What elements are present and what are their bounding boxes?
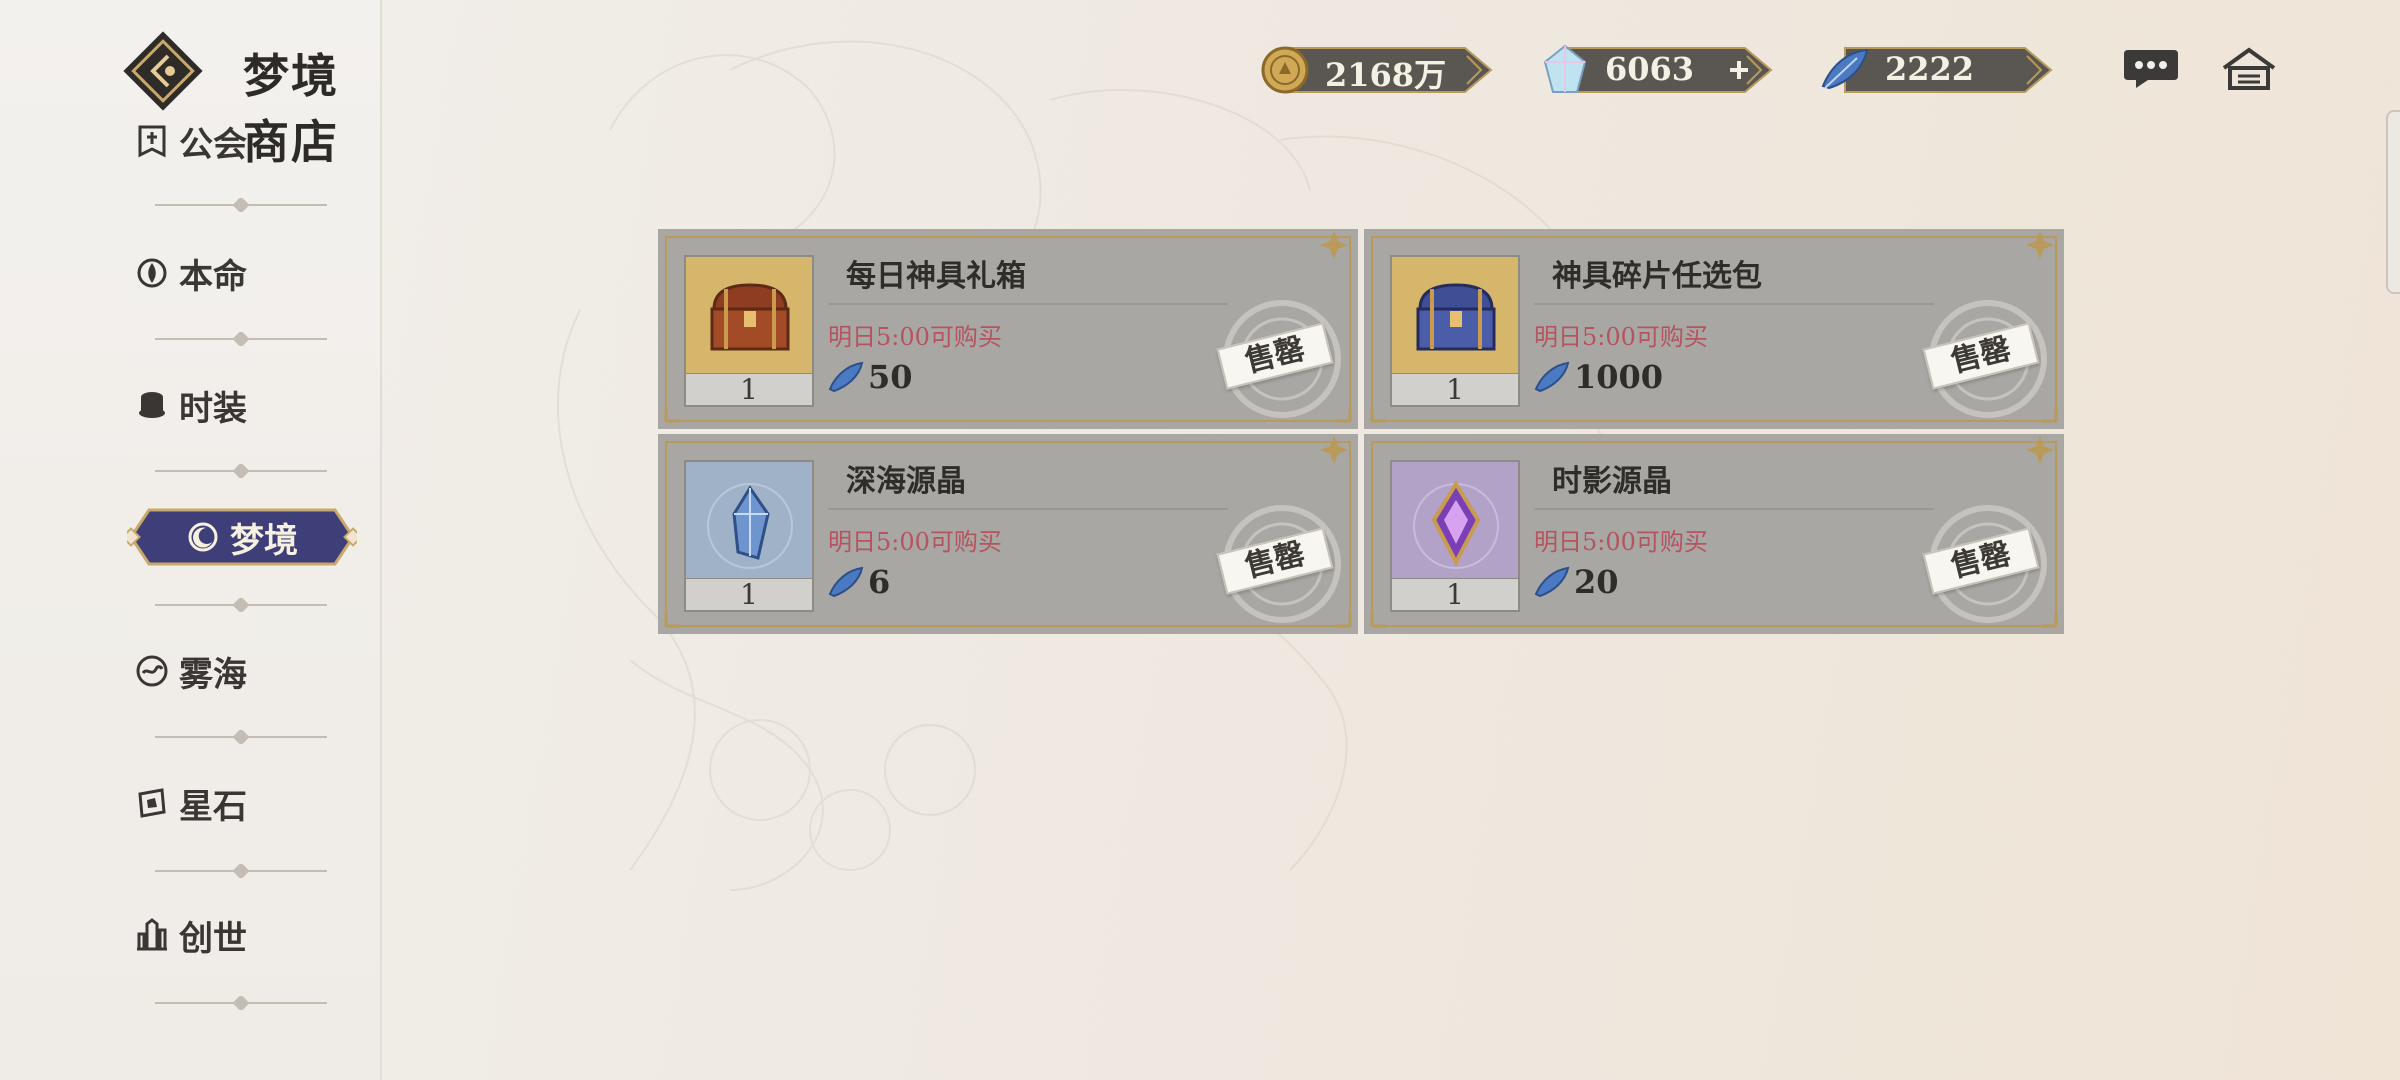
- item-thumbnail: 1: [684, 255, 814, 407]
- item-quantity: 1: [686, 373, 812, 406]
- item-thumbnail: 1: [684, 460, 814, 612]
- item-quantity: 1: [1392, 578, 1518, 611]
- shop-item-card[interactable]: 1 时影源晶 明日5:00可购买 20 售罄: [1364, 434, 2064, 634]
- shop-item-card[interactable]: 1 每日神具礼箱 明日5:00可购买 50 售罄: [658, 229, 1358, 429]
- divider: [155, 198, 327, 212]
- item-name: 深海源晶: [846, 464, 966, 499]
- sidebar-item-label: 创世: [179, 918, 247, 959]
- divider: [828, 303, 1228, 305]
- sold-out-stamp: 售罄: [1904, 287, 2054, 427]
- guild-banner-icon: [138, 125, 166, 158]
- castle-icon: [137, 918, 167, 951]
- side-panel-handle[interactable]: [2386, 110, 2400, 294]
- restock-time: 明日5:00可购买: [1534, 528, 1708, 556]
- sidebar-item-label: 雾海: [179, 654, 247, 695]
- item-price: 1000: [1532, 357, 1663, 397]
- lotus-emblem-icon: [137, 258, 167, 288]
- currency-diamond[interactable]: 6063: [1543, 44, 1775, 94]
- divider: [155, 864, 327, 878]
- sidebar-item-label: 本命: [179, 256, 247, 297]
- sidebar-item-label: 时装: [179, 388, 247, 429]
- price-value: 20: [1574, 563, 1619, 601]
- blue-feather-icon: [1821, 48, 1869, 90]
- price-value: 6: [868, 563, 891, 601]
- sidebar-item-guild[interactable]: 公会: [0, 106, 382, 176]
- restock-time: 明日5:00可购买: [828, 528, 1002, 556]
- treasure-chest-red-icon: [710, 283, 790, 351]
- sidebar-item-costume[interactable]: 时装: [0, 370, 382, 440]
- divider: [1534, 303, 1934, 305]
- item-name: 时影源晶: [1552, 464, 1672, 499]
- price-value: 50: [868, 358, 913, 396]
- sidebar-item-mist-sea[interactable]: 雾海: [0, 636, 382, 706]
- sold-out-stamp: 售罄: [1198, 287, 1348, 427]
- shop-item-card[interactable]: 1 深海源晶 明日5:00可购买 6 售罄: [658, 434, 1358, 634]
- mist-sea-icon: [136, 655, 168, 687]
- star-stone-icon: [138, 788, 166, 818]
- add-currency-button[interactable]: [1727, 58, 1751, 82]
- currency-gold[interactable]: 2168万: [1261, 46, 1495, 94]
- divider: [155, 730, 327, 744]
- currency-value: 6063: [1605, 50, 1695, 88]
- crystal-gem-icon: [1543, 44, 1587, 93]
- divider: [828, 508, 1228, 510]
- sidebar-item-dream[interactable]: 梦境: [127, 506, 357, 568]
- blue-feather-icon: [1534, 566, 1570, 598]
- currency-feather[interactable]: 2222: [1821, 46, 2055, 94]
- item-price: 6: [826, 562, 890, 602]
- item-thumbnail: 1: [1390, 255, 1520, 407]
- hat-icon: [139, 392, 165, 418]
- app-logo-icon: [123, 31, 203, 111]
- blue-feather-icon: [1534, 361, 1570, 393]
- chat-bubble-icon[interactable]: [2122, 46, 2180, 92]
- item-price: 50: [826, 357, 913, 397]
- moon-star-icon: [188, 522, 218, 552]
- divider: [155, 464, 327, 478]
- divider: [155, 996, 327, 1010]
- shop-item-card[interactable]: 1 神具碎片任选包 明日5:00可购买 1000 售罄: [1364, 229, 2064, 429]
- sidebar-item-label: 星石: [179, 786, 247, 827]
- item-price: 20: [1532, 562, 1619, 602]
- item-name: 每日神具礼箱: [846, 259, 1026, 294]
- sidebar-item-label: 梦境: [230, 520, 298, 561]
- sidebar-item-genesis[interactable]: 创世: [0, 900, 382, 970]
- currency-value: 2168万: [1325, 56, 1447, 94]
- price-value: 1000: [1574, 358, 1664, 396]
- currency-value: 2222: [1885, 50, 1975, 88]
- sidebar-item-natal[interactable]: 本命: [0, 238, 382, 308]
- item-name: 神具碎片任选包: [1552, 259, 1762, 294]
- gold-coin-icon: [1261, 46, 1309, 94]
- divider: [1534, 508, 1934, 510]
- item-quantity: 1: [1392, 373, 1518, 406]
- home-icon[interactable]: [2220, 46, 2278, 92]
- divider: [155, 332, 327, 346]
- sidebar: 梦境商店 公会 本命 时装 梦境 雾海 星石 创世: [0, 0, 382, 1080]
- purple-crystal-icon: [1413, 480, 1499, 569]
- treasure-chest-blue-icon: [1416, 283, 1496, 351]
- sold-out-stamp: 售罄: [1904, 492, 2054, 632]
- restock-time: 明日5:00可购买: [828, 323, 1002, 351]
- divider: [155, 598, 327, 612]
- blue-feather-icon: [828, 566, 864, 598]
- blue-crystal-icon: [707, 483, 793, 569]
- blue-feather-icon: [828, 361, 864, 393]
- item-quantity: 1: [686, 578, 812, 611]
- restock-time: 明日5:00可购买: [1534, 323, 1708, 351]
- sold-out-stamp: 售罄: [1198, 492, 1348, 632]
- sidebar-item-label: 公会: [179, 124, 247, 165]
- item-thumbnail: 1: [1390, 460, 1520, 612]
- sidebar-item-star-stone[interactable]: 星石: [0, 768, 382, 838]
